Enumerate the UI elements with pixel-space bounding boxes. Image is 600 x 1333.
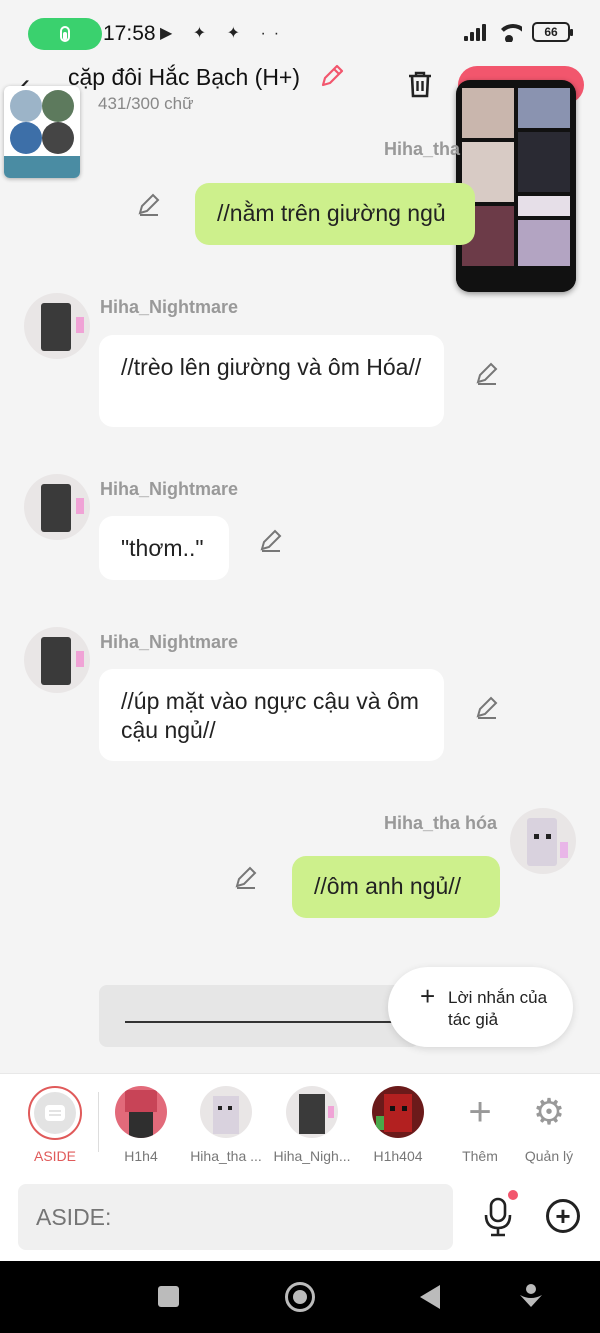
message-sender-name: Hiha_Nightmare [100, 479, 239, 499]
avatar[interactable] [24, 293, 90, 359]
character-label: H1h404 [373, 1148, 423, 1164]
add-icon[interactable]: + [546, 1199, 580, 1233]
character-aside[interactable]: ASIDE [15, 1086, 95, 1164]
character-label: Hiha_tha ... [190, 1148, 262, 1164]
manage-button[interactable]: ⚙ Quản lý [509, 1086, 589, 1164]
clock: 17:58 [103, 22, 156, 45]
message-input-bar: + [0, 1173, 600, 1261]
message-bubble[interactable]: //ôm anh ngủ// [292, 856, 500, 918]
avatar[interactable] [510, 808, 576, 874]
edit-message-icon[interactable] [233, 864, 259, 890]
character-hiha-nightmare[interactable]: Hiha_Nigh... [272, 1086, 352, 1164]
message-bubble[interactable]: //nằm trên giường ngủ [195, 183, 475, 245]
battery-icon: 66 [532, 22, 573, 42]
picture-in-picture-window[interactable] [456, 80, 576, 292]
edit-message-icon[interactable] [258, 527, 284, 553]
edit-message-icon[interactable] [136, 191, 162, 217]
back-nav-button[interactable] [420, 1285, 440, 1309]
plus-icon: + [468, 1090, 492, 1134]
message-sender-name: Hiha_Nightmare [100, 632, 239, 652]
character-label: H1h4 [124, 1148, 158, 1164]
character-hiha-tha[interactable]: Hiha_tha ... [186, 1086, 266, 1164]
edit-message-icon[interactable] [474, 360, 500, 386]
page-title: cặp đôi Hắc Bạch (H+) [68, 64, 301, 90]
edit-title-icon[interactable] [318, 62, 346, 90]
message-bubble[interactable]: "thơm.." [99, 516, 229, 580]
chat-bubble-icon [45, 1105, 65, 1121]
add-character-button[interactable]: + Thêm [440, 1086, 520, 1164]
character-label: ASIDE [33, 1148, 76, 1164]
signal-icon [464, 23, 486, 41]
message-bubble[interactable]: //úp mặt vào ngực cậu và ôm cậu ngủ// [99, 669, 444, 761]
assistant-icon[interactable] [518, 1283, 544, 1309]
system-icons: 66 [464, 22, 573, 42]
message-sender-name: Hiha_Nightmare [100, 297, 239, 317]
author-note-field[interactable] [99, 985, 419, 1047]
avatar [286, 1086, 338, 1138]
character-h1h4[interactable]: H1h4 [101, 1086, 181, 1164]
character-bar: ASIDE H1h4 Hiha_tha ... Hiha_Nigh... H1h [0, 1073, 600, 1173]
microphone-icon[interactable] [482, 1197, 514, 1237]
home-button[interactable] [285, 1282, 315, 1312]
message-sender-name: Hiha_tha [384, 139, 461, 159]
notification-dot [508, 1190, 518, 1200]
avatar [372, 1086, 424, 1138]
gear-icon: ⚙ [532, 1091, 566, 1132]
character-h1h404[interactable]: H1h404 [358, 1086, 438, 1164]
author-note-label: Lời nhắn của tác giả [448, 988, 548, 1029]
avatar [115, 1086, 167, 1138]
status-bar: 17:58 ▶ ✦ ✦ ·· 66 [0, 0, 600, 62]
plus-icon: + [420, 981, 436, 1011]
message-bubble[interactable]: //trèo lên giường và ôm Hóa// [99, 335, 444, 427]
manage-label: Quản lý [524, 1148, 574, 1164]
word-count: 431/300 chữ [98, 94, 194, 113]
microphone-icon [60, 26, 70, 42]
author-note-button[interactable]: + Lời nhắn của tác giả [388, 967, 573, 1047]
recents-button[interactable] [158, 1286, 179, 1307]
add-character-label: Thêm [462, 1148, 498, 1164]
floating-app-bubble[interactable] [4, 86, 80, 178]
system-nav-bar [0, 1261, 600, 1333]
avatar [200, 1086, 252, 1138]
message-sender-name: Hiha_tha hóa [384, 813, 498, 833]
character-label: Hiha_Nigh... [273, 1148, 351, 1164]
divider [98, 1092, 99, 1152]
wifi-icon [496, 22, 522, 42]
edit-message-icon[interactable] [474, 694, 500, 720]
message-input[interactable] [18, 1184, 453, 1250]
mic-active-indicator[interactable] [28, 18, 102, 50]
trash-icon[interactable] [404, 68, 436, 100]
avatar[interactable] [24, 474, 90, 540]
avatar[interactable] [24, 627, 90, 693]
notification-icons: ▶ ✦ ✦ ·· [160, 25, 288, 42]
